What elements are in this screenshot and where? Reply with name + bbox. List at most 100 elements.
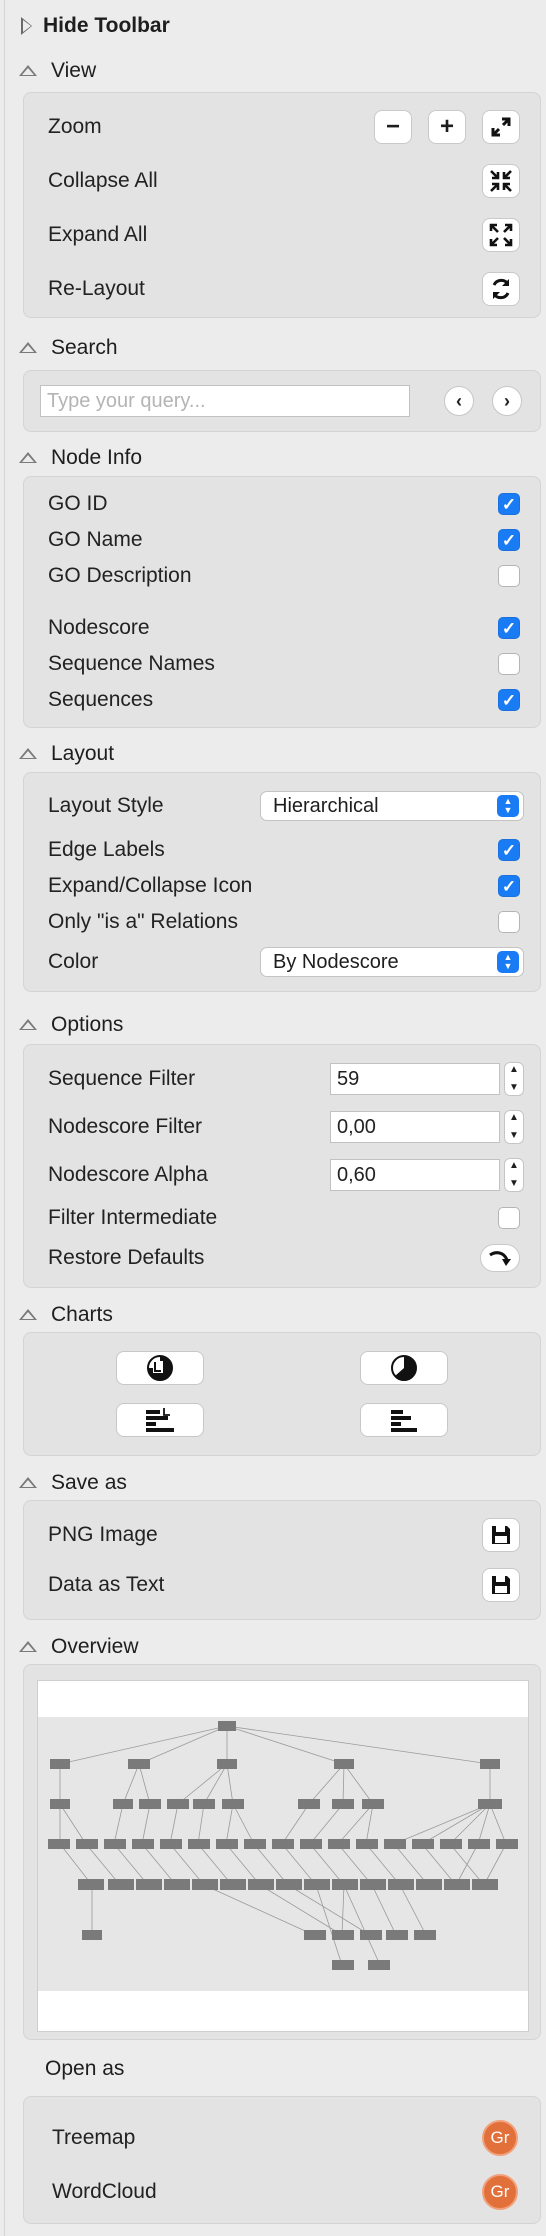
disclosure-right-icon — [21, 17, 33, 35]
pie-chart-icon — [391, 1355, 417, 1381]
section-title: Search — [51, 336, 118, 359]
save-text-button[interactable] — [482, 1568, 520, 1602]
nodescore-alpha-label: Nodescore Alpha — [48, 1163, 208, 1186]
collapse-triangle-icon — [19, 452, 37, 464]
section-title: Options — [51, 1013, 124, 1036]
section-title: Charts — [51, 1303, 113, 1326]
section-title: Layout — [51, 742, 115, 765]
collapse-arrows-icon — [490, 170, 512, 192]
go-id-checkbox[interactable] — [498, 493, 520, 515]
restore-defaults-button[interactable] — [480, 1244, 520, 1272]
restore-defaults-label: Restore Defaults — [48, 1246, 205, 1269]
section-search-header[interactable]: Search — [19, 333, 118, 363]
collapse-triangle-icon — [19, 1641, 37, 1653]
search-prev-button[interactable]: ‹ — [444, 386, 474, 416]
zoom-out-button[interactable]: − — [374, 110, 412, 144]
section-options-header[interactable]: Options — [19, 1010, 123, 1040]
edge-labels-checkbox[interactable] — [498, 839, 520, 861]
filter-intermediate-checkbox[interactable] — [498, 1207, 520, 1229]
node-info-label: GO Name — [48, 528, 143, 551]
bar-chart-icon — [391, 1410, 417, 1432]
collapse-triangle-icon — [19, 342, 37, 354]
section-title: Node Info — [51, 446, 143, 469]
save-png-button[interactable] — [482, 1518, 520, 1552]
nodescore-checkbox[interactable] — [498, 617, 520, 639]
bar-chart-labeled-button[interactable] — [116, 1403, 204, 1437]
png-image-label: PNG Image — [48, 1523, 158, 1546]
sequence-filter-label: Sequence Filter — [48, 1067, 196, 1090]
chevron-left-icon: ‹ — [456, 390, 462, 411]
node-info-label: GO Description — [48, 564, 192, 587]
nodescore-alpha-input[interactable] — [330, 1159, 500, 1191]
color-value: By Nodescore — [273, 950, 399, 973]
treemap-label: Treemap — [52, 2126, 136, 2149]
gr-app-icon: Gr — [490, 2182, 510, 2201]
bar-chart-button[interactable] — [360, 1403, 448, 1437]
search-input[interactable] — [40, 385, 410, 417]
collapse-triangle-icon — [19, 1309, 37, 1321]
charts-box — [23, 1332, 541, 1456]
expand-all-label: Expand All — [48, 223, 148, 246]
open-wordcloud-button[interactable]: Gr — [482, 2174, 518, 2210]
section-layout-header[interactable]: Layout — [19, 739, 114, 769]
section-node-info-header[interactable]: Node Info — [19, 443, 142, 473]
relayout-button[interactable] — [482, 272, 520, 306]
bar-chart-labeled-icon — [146, 1408, 174, 1432]
section-title: Open as — [45, 2057, 125, 2080]
collapse-all-label: Collapse All — [48, 169, 158, 192]
node-info-label: GO ID — [48, 492, 108, 515]
relayout-label: Re-Layout — [48, 277, 145, 300]
section-view-header[interactable]: View — [19, 56, 96, 86]
expand-all-button[interactable] — [482, 218, 520, 252]
options-box: Sequence Filter ▲▼ Nodescore Filter ▲▼ N… — [23, 1044, 541, 1288]
collapse-triangle-icon — [19, 1477, 37, 1489]
isa-only-checkbox[interactable] — [498, 911, 520, 933]
node-info-box: GO ID GO Name GO Description Nodescore S… — [23, 476, 541, 728]
expand-arrows-icon — [489, 223, 513, 247]
overview-minimap[interactable] — [37, 1680, 529, 2032]
toolbar-panel: Hide Toolbar View Zoom − + Collapse All — [4, 0, 545, 2236]
sequence-names-checkbox[interactable] — [498, 653, 520, 675]
node-info-label: Nodescore — [48, 616, 150, 639]
sequence-filter-stepper[interactable]: ▲ ▼ — [504, 1062, 524, 1096]
layout-style-value: Hierarchical — [273, 794, 379, 817]
section-title: Save as — [51, 1471, 127, 1494]
go-description-checkbox[interactable] — [498, 565, 520, 587]
nodescore-filter-input[interactable] — [330, 1111, 500, 1143]
section-title: View — [51, 59, 97, 82]
zoom-in-button[interactable]: + — [428, 110, 466, 144]
search-next-button[interactable]: › — [492, 386, 522, 416]
go-name-checkbox[interactable] — [498, 529, 520, 551]
nodescore-filter-stepper[interactable]: ▲ ▼ — [504, 1110, 524, 1144]
node-info-label: Sequence Names — [48, 652, 215, 675]
minus-icon: − — [385, 113, 400, 140]
layout-style-select[interactable]: Hierarchical ▲ ▼ — [260, 791, 524, 821]
expand-icon-label: Expand/Collapse Icon — [48, 874, 253, 897]
pie-chart-labeled-button[interactable] — [116, 1351, 204, 1385]
edge-labels-label: Edge Labels — [48, 838, 165, 861]
layout-box: Layout Style Hierarchical ▲ ▼ Edge Labels… — [23, 772, 541, 992]
data-as-text-label: Data as Text — [48, 1573, 165, 1596]
nodescore-filter-label: Nodescore Filter — [48, 1115, 203, 1138]
section-overview-header[interactable]: Overview — [19, 1632, 139, 1662]
pie-chart-button[interactable] — [360, 1351, 448, 1385]
zoom-fit-button[interactable] — [482, 110, 520, 144]
section-charts-header[interactable]: Charts — [19, 1300, 113, 1330]
sequences-checkbox[interactable] — [498, 689, 520, 711]
hide-toolbar-toggle[interactable]: Hide Toolbar — [21, 12, 170, 40]
expand-collapse-icon-checkbox[interactable] — [498, 875, 520, 897]
nodescore-alpha-stepper[interactable]: ▲ ▼ — [504, 1158, 524, 1192]
collapse-all-button[interactable] — [482, 164, 520, 198]
chevron-right-icon: › — [504, 390, 510, 411]
isa-only-label: Only "is a" Relations — [48, 910, 238, 933]
section-save-as-header[interactable]: Save as — [19, 1468, 127, 1498]
overview-graph-thumbnail — [38, 1717, 528, 1991]
gr-app-icon: Gr — [490, 2128, 510, 2147]
sequence-filter-input[interactable] — [330, 1063, 500, 1095]
collapse-triangle-icon — [19, 1019, 37, 1031]
refresh-icon — [492, 278, 510, 300]
color-select[interactable]: By Nodescore ▲ ▼ — [260, 947, 524, 977]
toolbar-title: Hide Toolbar — [43, 14, 170, 37]
open-as-box: Treemap Gr WordCloud Gr — [23, 2096, 541, 2224]
open-treemap-button[interactable]: Gr — [482, 2120, 518, 2156]
